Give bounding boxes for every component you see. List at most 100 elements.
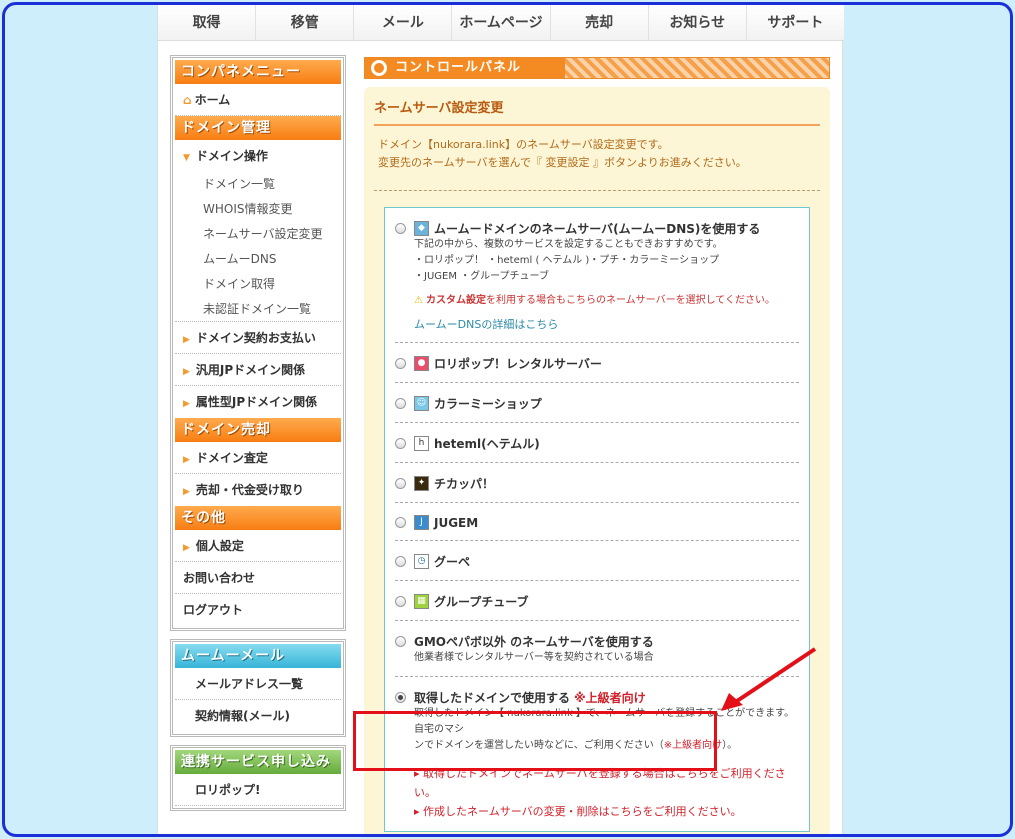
option-sub: ンでドメインを運営したい時などに、ご利用ください（※上級者向け）。 [414, 738, 799, 754]
option-label: チカッパ！ [434, 477, 495, 491]
option-label: GMOペパボ以外 のネームサーバを使用する [414, 635, 654, 649]
option-grouptube: ▦ グループチューブ [395, 581, 799, 621]
option-sub: ・JUGEM ・グループチューブ [414, 271, 549, 282]
option-label: グループチューブ [434, 595, 529, 609]
sidebar-sub-unverified[interactable]: 未認証ドメイン一覧 [175, 297, 341, 322]
nav-transfer[interactable]: 移管 [256, 5, 355, 40]
option-gmo-other: GMOペパボ以外 のネームサーバを使用する 他業者様でレンタルサーバー等を契約さ… [395, 621, 799, 677]
option-heteml: h heteml(ヘテムル) [395, 423, 799, 463]
option-label: JUGEM [434, 515, 479, 530]
sidebar-item-label: ドメイン操作 [195, 149, 268, 163]
sidebar-item-appraisal[interactable]: ▶ ドメイン査定 [175, 442, 341, 474]
home-icon: ⌂ [183, 93, 192, 107]
sidebar-item-domain-ops[interactable]: ▼ ドメイン操作 [175, 140, 341, 172]
option-muumuu-dns: ◆ ムームードメインのネームサーバ(ムームーDNS)を使用する 下記の中から、複… [395, 208, 799, 343]
sidebar-item-label: ホーム [194, 93, 231, 107]
muumuu-dns-detail-link[interactable]: ムームーDNSの詳細はこちら [414, 316, 799, 332]
warning-icon: ⚠ [414, 295, 423, 306]
register-nameserver-link[interactable]: ▸ 取得したドメインでネームサーバを登録する場合はこちらをご利用ください。 [414, 764, 799, 802]
triangle-right-icon: ▶ [183, 335, 190, 345]
sidebar-item-label: 汎用JPドメイン関係 [195, 363, 306, 377]
cp-menu: コンパネメニュー ⌂ ホーム ドメイン管理 ▼ ドメイン操作 ドメイン一覧 WHOI… [170, 55, 346, 631]
sidebar-sub-domain-acquire[interactable]: ドメイン取得 [175, 272, 341, 297]
option-sub: 取得したドメイン【 nukorara.link 】で、ネームサーバを登録すること… [414, 708, 795, 735]
sidebar-item-label: ドメイン契約お支払い [195, 331, 316, 345]
radio-jugem[interactable] [395, 517, 406, 528]
nav-support[interactable]: サポート [747, 5, 844, 40]
jugem-icon: J [414, 515, 429, 530]
nav-news[interactable]: お知らせ [649, 5, 747, 40]
radio-muumuu-dns[interactable] [395, 223, 406, 234]
option-jugem: J JUGEM [395, 503, 799, 541]
nav-sale[interactable]: 売却 [551, 5, 649, 40]
sidebar-item-logout[interactable]: ログアウト [175, 594, 341, 626]
warning-text: を利用する場合もこちらのネームサーバーを選択してください。 [485, 295, 775, 306]
option-label: ムームードメインのネームサーバ(ムームーDNS)を使用する [434, 222, 761, 236]
warning-strong: カスタム設定 [425, 295, 486, 306]
sidebar-item-jp-attr[interactable]: ▶ 属性型JPドメイン関係 [175, 386, 341, 418]
radio-heteml[interactable] [395, 438, 406, 449]
triangle-right-icon: ▶ [183, 543, 190, 553]
triangle-right-icon: ▶ [183, 455, 190, 465]
warning-note: ⚠ カスタム設定を利用する場合もこちらのネームサーバーを選択してください。 [414, 291, 799, 306]
option-lolipop: ● ロリポップ！レンタルサーバー [395, 343, 799, 383]
top-nav: 取得 移管 メール ホームページ 売却 お知らせ サポート [158, 5, 844, 41]
description: ドメイン【nukorara.link】のネームサーバ設定変更です。 変更先のネー… [374, 136, 820, 172]
window-frame: 取得 移管 メール ホームページ 売却 お知らせ サポート コンパネメニュー ⌂… [2, 2, 1013, 837]
mail-menu: ムームーメール メールアドレス一覧 契約情報(メール) [170, 639, 346, 737]
radio-grouptube[interactable] [395, 596, 406, 607]
sidebar-item-label: 売却・代金受け取り [195, 483, 304, 497]
radio-colorme[interactable] [395, 398, 406, 409]
radio-gmo-other[interactable] [395, 636, 406, 647]
sidebar-item-label: 個人設定 [195, 539, 244, 553]
sidebar-item-sale-payment[interactable]: ▶ 売却・代金受け取り [175, 474, 341, 506]
sidebar-item-label: 属性型JPドメイン関係 [195, 395, 318, 409]
description-line-1: ドメイン【nukorara.link】のネームサーバ設定変更です。 [378, 138, 669, 151]
lolipop-icon: ● [414, 356, 429, 371]
page-title: ネームサーバ設定変更 [374, 97, 820, 126]
goope-icon: ◷ [414, 554, 429, 569]
sidebar-item-lolipop[interactable]: ロリポップ! [175, 774, 341, 806]
sidebar-sub-nameserver[interactable]: ネームサーバ設定変更 [175, 222, 341, 247]
description-line-2: 変更先のネームサーバを選んで『 変更設定 』ボタンよりお進みください。 [378, 156, 747, 169]
option-own-domain: 取得したドメインで使用する ※上級者向け 取得したドメイン【 nukorara.… [395, 677, 799, 831]
linked-menu-title: 連携サービス申し込み [175, 750, 341, 774]
triangle-right-icon: ▶ [183, 487, 190, 497]
triangle-right-icon: ▶ [183, 367, 190, 377]
sidebar-item-mail-list[interactable]: メールアドレス一覧 [175, 668, 341, 700]
sidebar-item-home[interactable]: ⌂ ホーム [175, 84, 341, 116]
link-text: 取得したドメインでネームサーバを登録する場合はこちらをご利用ください。 [414, 767, 786, 799]
triangle-down-icon: ▼ [183, 153, 190, 163]
nameserver-options: ◆ ムームードメインのネームサーバ(ムームーDNS)を使用する 下記の中から、複… [384, 207, 810, 832]
sidebar-sub-domain-list[interactable]: ドメイン一覧 [175, 172, 341, 197]
radio-goope[interactable] [395, 556, 406, 567]
sidebar-item-contract[interactable]: ▶ ドメイン契約お支払い [175, 322, 341, 354]
sidebar-item-jp-general[interactable]: ▶ 汎用JPドメイン関係 [175, 354, 341, 386]
advanced-note: ※上級者向け [574, 691, 646, 705]
radio-lolipop[interactable] [395, 358, 406, 369]
option-chicappa: ✦ チカッパ！ [395, 463, 799, 503]
sidebar-item-mail-contract[interactable]: 契約情報(メール) [175, 700, 341, 732]
option-label: heteml(ヘテムル) [434, 437, 540, 451]
radio-own-domain[interactable] [395, 692, 406, 703]
sidebar-item-personal[interactable]: ▶ 個人設定 [175, 530, 341, 562]
other-title: その他 [175, 506, 341, 530]
edit-nameserver-link[interactable]: ▸ 作成したネームサーバの変更・削除はこちらをご利用ください。 [414, 802, 799, 821]
option-label: カラーミーショップ [434, 397, 542, 411]
sidebar-item-contact[interactable]: お問い合わせ [175, 562, 341, 594]
nav-acquire[interactable]: 取得 [158, 5, 257, 40]
option-sub: 他業者様でレンタルサーバー等を契約されている場合 [414, 652, 654, 663]
main-content: コントロールパネル ネームサーバ設定変更 ドメイン【nukorara.link】… [364, 57, 830, 834]
nameserver-panel: ネームサーバ設定変更 ドメイン【nukorara.link】のネームサーバ設定変… [364, 87, 830, 834]
sidebar-sub-whois[interactable]: WHOIS情報変更 [175, 197, 341, 222]
nav-mail[interactable]: メール [354, 5, 453, 40]
colorme-icon: ☺ [414, 396, 429, 411]
linked-menu: 連携サービス申し込み ロリポップ! [170, 745, 346, 811]
sidebar-sub-muumuu-dns[interactable]: ムームーDNS [175, 247, 341, 272]
sidebar-item-label: ドメイン査定 [195, 451, 268, 465]
chicappa-icon: ✦ [414, 476, 429, 491]
sidebar: コンパネメニュー ⌂ ホーム ドメイン管理 ▼ ドメイン操作 ドメイン一覧 WHOI… [170, 55, 346, 811]
triangle-right-icon: ▶ [183, 399, 190, 409]
radio-chicappa[interactable] [395, 478, 406, 489]
nav-homepage[interactable]: ホームページ [452, 5, 551, 40]
